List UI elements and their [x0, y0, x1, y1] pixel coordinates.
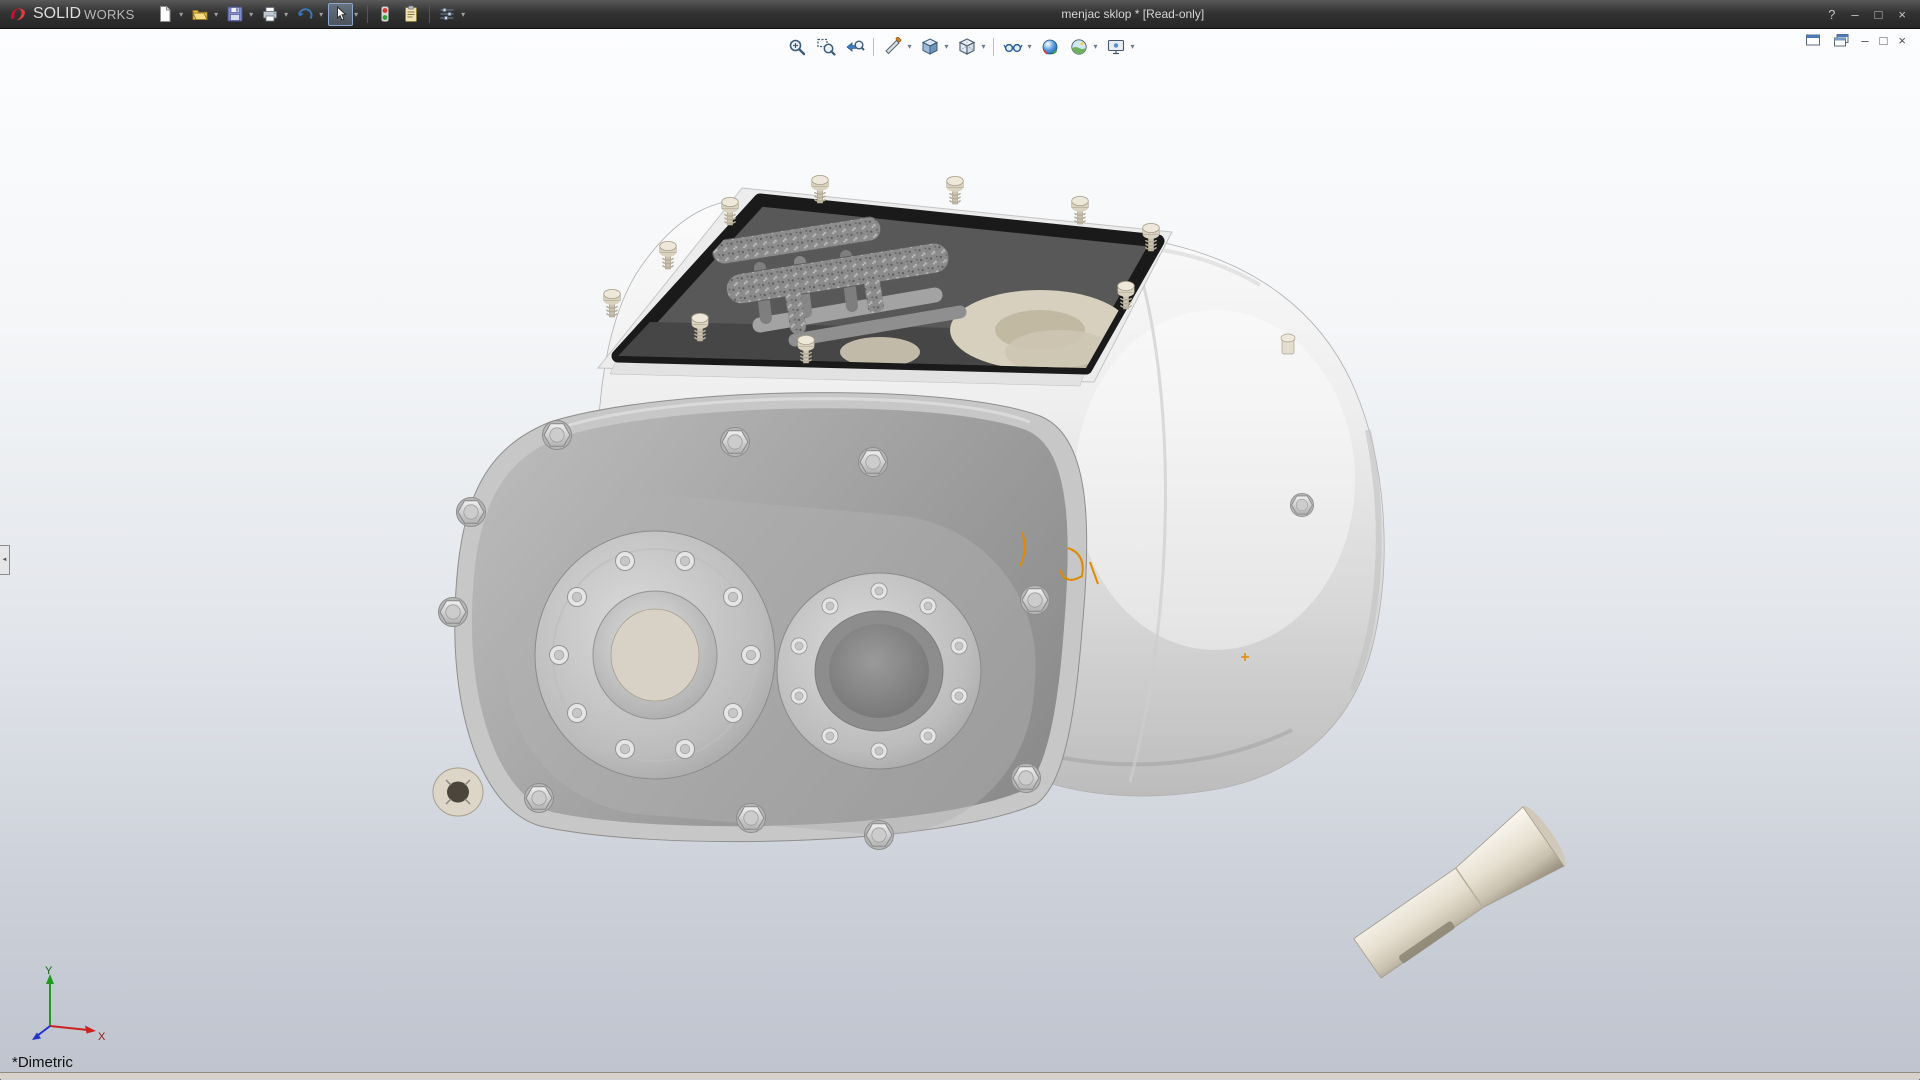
apply-scene-dropdown[interactable]: ▾	[1091, 42, 1100, 51]
ds-logo-icon	[8, 5, 30, 23]
previous-view-icon	[845, 37, 865, 57]
toolbar-separator	[873, 38, 874, 56]
model-top-cover[interactable]	[598, 188, 1172, 386]
options-dropdown[interactable]: ▾	[459, 10, 468, 19]
display-style-dropdown[interactable]: ▾	[979, 42, 988, 51]
gearbox-model[interactable]	[0, 29, 1920, 1072]
previous-view-button[interactable]	[841, 34, 868, 59]
view-orientation-dropdown[interactable]: ▾	[942, 42, 951, 51]
doc-restore-button[interactable]: □	[1880, 34, 1888, 47]
brand-works: WORKS	[84, 7, 135, 22]
graphics-viewport[interactable]: ▾ ▾ ▾	[0, 29, 1920, 1072]
document-window-controls: – □ ×	[1805, 33, 1906, 47]
solidworks-logo: SOLIDWORKS	[8, 5, 135, 23]
zoom-to-area-icon	[816, 37, 836, 57]
model-left-flange[interactable]	[535, 531, 775, 779]
status-bar	[0, 1072, 1920, 1079]
section-view-dropdown[interactable]: ▾	[905, 42, 914, 51]
doc-close-button[interactable]: ×	[1898, 34, 1906, 47]
section-view-button[interactable]	[879, 34, 906, 59]
hide-show-items-dropdown[interactable]: ▾	[1025, 42, 1034, 51]
title-bar: SOLIDWORKS ▾ ▾	[0, 0, 1920, 29]
apply-scene-button[interactable]	[1065, 34, 1092, 59]
save-icon	[226, 5, 244, 23]
document-title: menjac sklop * [Read-only]	[1061, 7, 1204, 21]
new-document-dropdown[interactable]: ▾	[177, 10, 186, 19]
zoom-to-fit-icon	[787, 37, 807, 57]
zoom-to-fit-button[interactable]	[783, 34, 810, 59]
rebuild-traffic-light-icon	[376, 5, 394, 23]
display-style-button[interactable]	[953, 34, 980, 59]
select-dropdown[interactable]: ▾	[352, 10, 361, 19]
hide-show-glasses-icon	[1003, 37, 1023, 57]
hide-show-items-button[interactable]	[999, 34, 1026, 59]
triad-y-label: Y	[45, 965, 53, 977]
main-toolbar: ▾ ▾ ▾	[153, 3, 469, 26]
model-right-flange[interactable]	[777, 573, 981, 769]
doc-minimize-button[interactable]: –	[1861, 34, 1868, 47]
new-document-button[interactable]	[153, 3, 178, 26]
view-orientation-cube-icon	[920, 37, 940, 57]
edit-appearance-button[interactable]	[1036, 34, 1063, 59]
undo-button[interactable]	[293, 3, 318, 26]
view-orientation-label: *Dimetric	[12, 1054, 73, 1071]
minimize-button[interactable]: –	[1851, 8, 1858, 21]
rebuild-button[interactable]	[373, 3, 398, 26]
window-controls: ? – □ ×	[1828, 8, 1912, 21]
help-button[interactable]: ?	[1828, 8, 1835, 21]
cascade-windows-icon[interactable]	[1833, 33, 1850, 47]
close-button[interactable]: ×	[1898, 8, 1906, 21]
headsup-view-toolbar: ▾ ▾ ▾	[783, 34, 1137, 59]
options-button[interactable]	[435, 3, 460, 26]
view-settings-button[interactable]	[1102, 34, 1129, 59]
save-button[interactable]	[223, 3, 248, 26]
save-dropdown[interactable]: ▾	[247, 10, 256, 19]
brand-solid: SOLID	[33, 5, 81, 23]
orientation-triad: Y X	[16, 964, 112, 1050]
toolbar-separator	[429, 5, 430, 23]
feature-panel-collapse-tab[interactable]: ◄	[0, 545, 10, 575]
triad-x-label: X	[98, 1031, 106, 1043]
select-cursor-icon	[331, 5, 349, 23]
undo-icon	[296, 5, 314, 23]
select-button[interactable]	[328, 3, 353, 26]
view-orientation-button[interactable]	[916, 34, 943, 59]
undo-dropdown[interactable]: ▾	[317, 10, 326, 19]
new-window-icon[interactable]	[1805, 33, 1822, 47]
apply-scene-icon	[1069, 37, 1089, 57]
print-icon	[261, 5, 279, 23]
print-dropdown[interactable]: ▾	[282, 10, 291, 19]
display-style-cube-icon	[957, 37, 977, 57]
open-document-button[interactable]	[188, 3, 213, 26]
view-settings-icon	[1106, 37, 1126, 57]
print-button[interactable]	[258, 3, 283, 26]
toolbar-separator	[367, 5, 368, 23]
options-sliders-icon	[438, 5, 456, 23]
zoom-to-area-button[interactable]	[812, 34, 839, 59]
open-folder-icon	[191, 5, 209, 23]
edit-appearance-ball-icon	[1040, 37, 1060, 57]
open-document-dropdown[interactable]: ▾	[212, 10, 221, 19]
maximize-button[interactable]: □	[1875, 8, 1883, 21]
section-view-icon	[883, 37, 903, 57]
view-settings-dropdown[interactable]: ▾	[1128, 42, 1137, 51]
clipboard-icon	[402, 5, 420, 23]
new-document-icon	[156, 5, 174, 23]
toolbar-separator	[993, 38, 994, 56]
file-properties-button[interactable]	[399, 3, 424, 26]
solidworks-window: SOLIDWORKS ▾ ▾	[0, 0, 1920, 1080]
